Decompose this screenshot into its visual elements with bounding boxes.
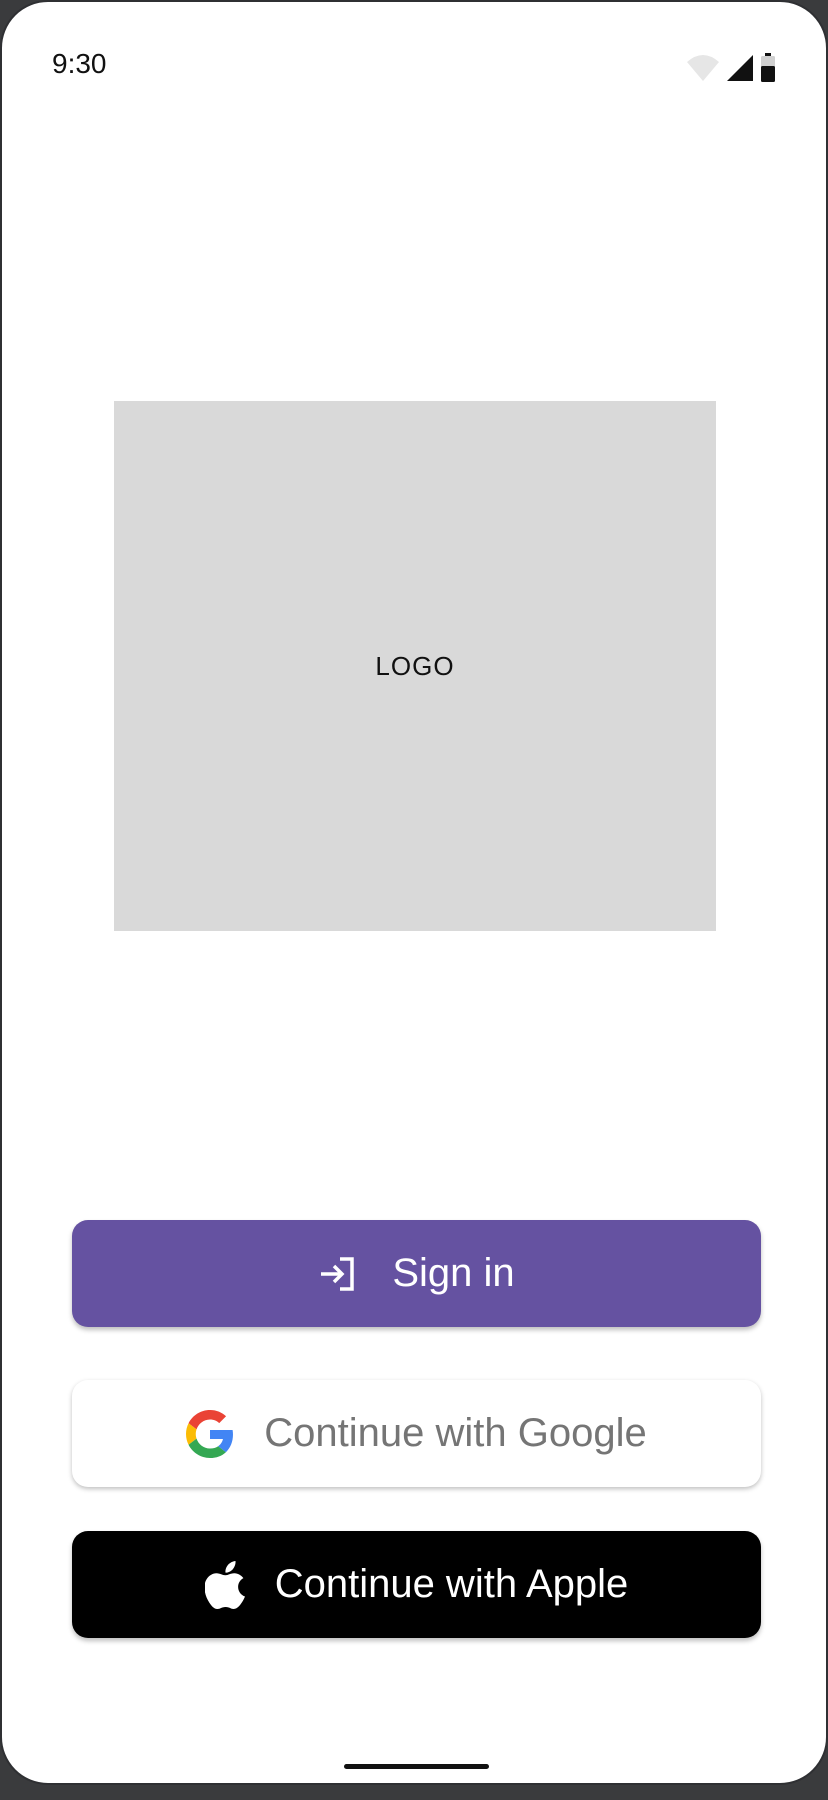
phone-screen: 9:30 LOGO Sign in Continue with Google C… (0, 0, 828, 1785)
sign-in-label: Sign in (392, 1251, 515, 1295)
continue-with-google-button[interactable]: Continue with Google (72, 1380, 761, 1487)
apple-icon (204, 1560, 247, 1609)
google-label: Continue with Google (264, 1411, 647, 1455)
logo-placeholder: LOGO (114, 401, 716, 931)
battery-icon (760, 53, 776, 83)
cellular-signal-icon (726, 54, 754, 82)
status-icons (686, 52, 776, 84)
logo-label: LOGO (375, 650, 455, 681)
home-indicator[interactable] (344, 1764, 489, 1769)
apple-label: Continue with Apple (274, 1562, 629, 1606)
google-g-icon (186, 1409, 234, 1458)
status-bar: 9:30 (2, 2, 826, 112)
wifi-icon (686, 54, 720, 82)
continue-with-apple-button[interactable]: Continue with Apple (72, 1531, 761, 1638)
status-time: 9:30 (52, 48, 107, 79)
login-arrow-icon (318, 1256, 358, 1292)
sign-in-button[interactable]: Sign in (72, 1220, 761, 1327)
